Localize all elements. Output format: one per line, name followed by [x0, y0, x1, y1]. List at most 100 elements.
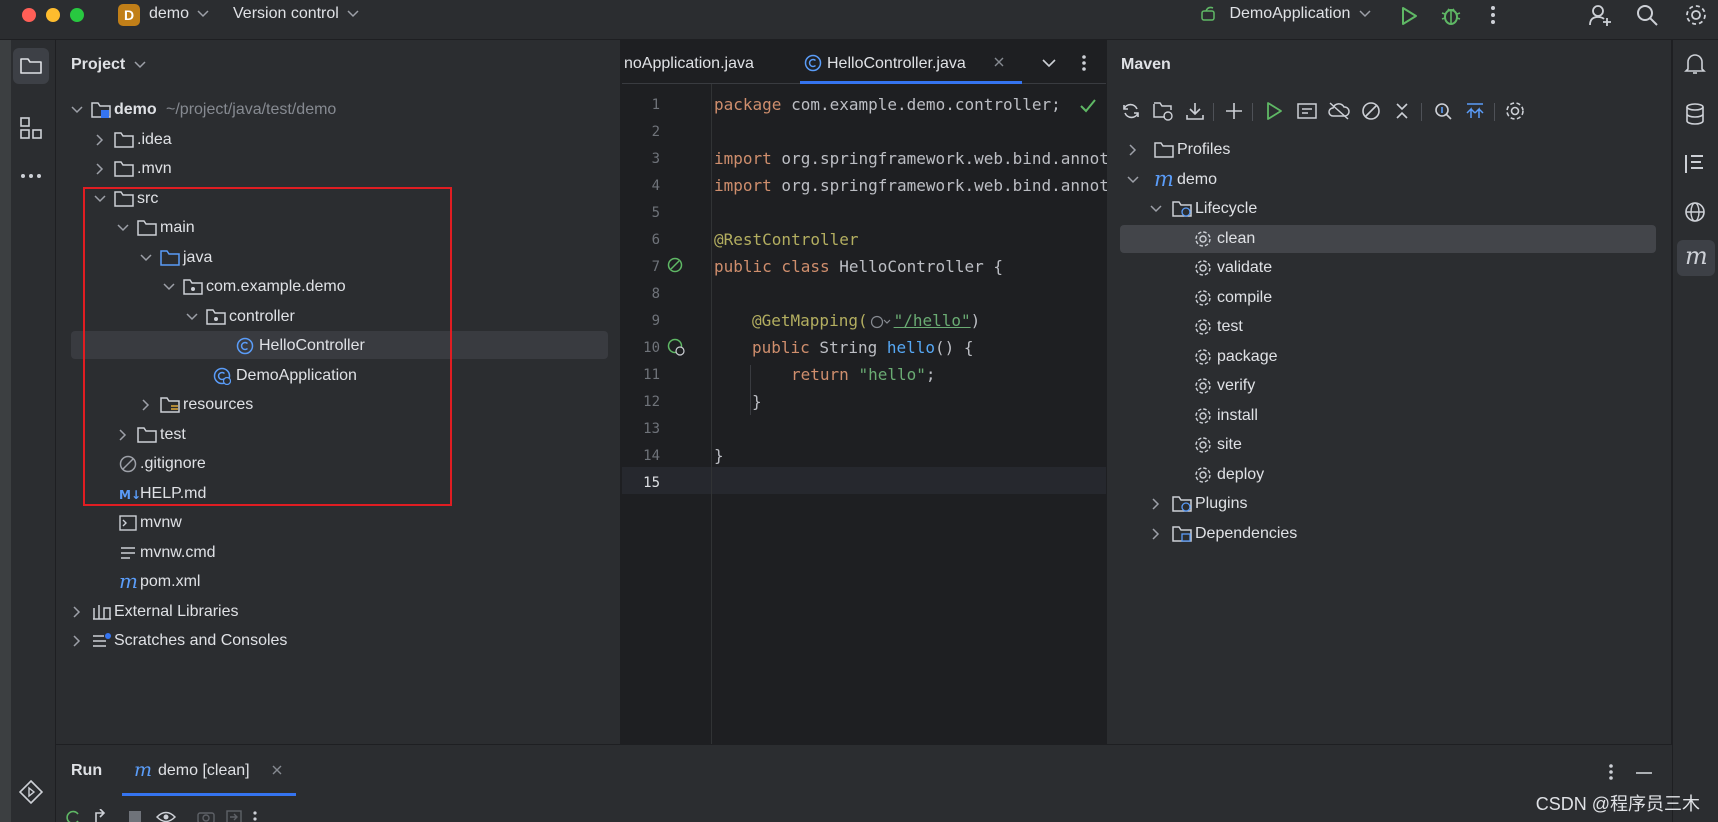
spring-bean-gutter-icon[interactable] [667, 257, 685, 275]
reload-icon[interactable] [1121, 101, 1141, 121]
code-keyword: public [752, 338, 810, 357]
add-icon[interactable] [1224, 101, 1244, 121]
line-number: 13 [643, 421, 660, 437]
code-line-9[interactable]: @GetMapping("/hello") [752, 311, 980, 330]
collapse-all-icon[interactable] [1392, 101, 1412, 121]
line-number: 10 [643, 340, 660, 356]
minimize-panel-icon[interactable] [1636, 771, 1652, 775]
maven-icon: m [134, 760, 154, 780]
code-line-3[interactable]: import org.springframework.web.bind.anno… [714, 149, 1109, 168]
stop-icon[interactable] [129, 811, 141, 822]
view-eye-icon[interactable] [156, 811, 176, 822]
line-number: 1 [651, 97, 660, 113]
code-string: "/hello" [893, 311, 971, 330]
project-badge[interactable]: D [118, 4, 140, 26]
chevron-right-icon [1127, 144, 1139, 156]
code-line-4[interactable]: import org.springframework.web.bind.anno… [714, 176, 1109, 195]
more-vertical-icon[interactable] [1490, 5, 1496, 25]
gear-icon [1194, 289, 1212, 307]
maven-tool-button[interactable]: m [1677, 240, 1715, 276]
tree-label: demo [1177, 171, 1218, 188]
tree-label: .idea [137, 131, 172, 148]
module-folder-icon [91, 101, 111, 119]
chevron-down-icon [197, 10, 210, 18]
project-switcher[interactable]: demo [149, 5, 210, 23]
camera-icon[interactable] [197, 810, 215, 822]
code-keyword: import [714, 176, 772, 195]
gear-icon [1194, 230, 1212, 248]
vcs-menu[interactable]: Version control [233, 5, 359, 23]
tab-demoapplication[interactable]: noApplication.java [624, 55, 754, 73]
maven-settings-icon[interactable] [1505, 101, 1525, 121]
debug-icon[interactable] [1440, 5, 1462, 27]
web-globe-icon[interactable] [1683, 200, 1707, 224]
code-line-7[interactable]: public class HelloController { [714, 257, 1003, 276]
settings-gear-icon[interactable] [1684, 3, 1708, 27]
endpoint-gutter-icon[interactable] [667, 338, 685, 356]
download-icon[interactable] [1185, 101, 1205, 121]
line-number: 15 [643, 475, 660, 491]
run-tab-demo-clean[interactable]: m demo [clean] [122, 745, 296, 796]
run-icon[interactable] [1399, 6, 1419, 26]
more-vertical-icon[interactable] [252, 811, 258, 822]
export-icon[interactable] [226, 810, 242, 822]
run-config-label: DemoApplication [1229, 5, 1351, 23]
structure-tool-icon[interactable] [20, 117, 42, 139]
add-user-icon[interactable] [1588, 3, 1612, 27]
close-tab-icon[interactable] [272, 765, 282, 775]
notifications-bell-icon[interactable] [1683, 52, 1707, 76]
code-line-1[interactable]: package com.example.demo.controller; [714, 95, 1061, 114]
tree-label: clean [1217, 230, 1256, 247]
gear-icon [1194, 407, 1212, 425]
more-vertical-icon[interactable] [1081, 54, 1087, 72]
structure-list-icon[interactable] [1683, 152, 1707, 176]
gear-icon [1194, 436, 1212, 454]
chevron-down-icon[interactable] [1042, 59, 1056, 68]
toolbar-separator [1213, 103, 1214, 121]
rerun-failed-icon[interactable] [94, 809, 112, 822]
toolbar-separator [1494, 103, 1495, 121]
tree-label: install [1217, 407, 1258, 424]
code-line-11[interactable]: return "hello"; [791, 365, 936, 384]
database-icon[interactable] [1683, 102, 1707, 126]
inspection-ok-icon[interactable] [1080, 99, 1096, 113]
zoom-window-button[interactable] [70, 8, 84, 22]
line-number: 5 [651, 205, 660, 221]
line-number: 11 [643, 367, 660, 383]
chevron-down-icon [1150, 203, 1162, 215]
run-maven-icon[interactable] [1264, 101, 1284, 121]
tab-hellocontroller[interactable]: HelloController.java [800, 40, 1022, 84]
code-line-6[interactable]: @RestController [714, 230, 859, 249]
code-line-12[interactable]: } [752, 392, 762, 411]
services-tool-icon[interactable] [19, 780, 43, 804]
highlight-annotation-box [83, 187, 452, 506]
rerun-icon[interactable] [64, 809, 82, 822]
java-class-icon [804, 54, 822, 72]
tree-label: package [1217, 348, 1278, 365]
more-vertical-icon[interactable] [1608, 763, 1614, 781]
code-function: hello [886, 338, 936, 357]
tree-row-demo[interactable]: demo ~/project/java/test/demo [71, 97, 611, 123]
more-tools-icon[interactable] [20, 173, 42, 179]
skip-tests-icon[interactable] [1361, 101, 1381, 121]
offline-mode-icon[interactable] [1328, 101, 1350, 121]
maven-icon: m [119, 572, 139, 592]
search-icon[interactable] [1636, 4, 1658, 26]
project-panel-header[interactable]: Project [71, 56, 146, 74]
chevron-right-icon [71, 635, 83, 647]
reload-folder-icon[interactable] [1153, 101, 1173, 121]
code-line-14[interactable]: } [714, 446, 724, 465]
show-diagram-icon[interactable] [1465, 101, 1485, 121]
close-window-button[interactable] [22, 8, 36, 22]
run-configuration-selector[interactable]: DemoApplication [1199, 5, 1371, 23]
active-tab-indicator [800, 81, 1022, 84]
minimize-window-button[interactable] [46, 8, 60, 22]
chevron-down-icon [1127, 174, 1139, 186]
code-line-10[interactable]: public String hello() { [752, 338, 974, 357]
analyze-dependencies-icon[interactable] [1433, 101, 1453, 121]
run-tool-window: Run m demo [clean] [56, 744, 1672, 822]
code-text: String [809, 338, 887, 357]
project-tool-button[interactable] [13, 48, 49, 84]
execute-goal-icon[interactable] [1297, 101, 1317, 121]
close-tab-icon[interactable] [994, 57, 1004, 67]
